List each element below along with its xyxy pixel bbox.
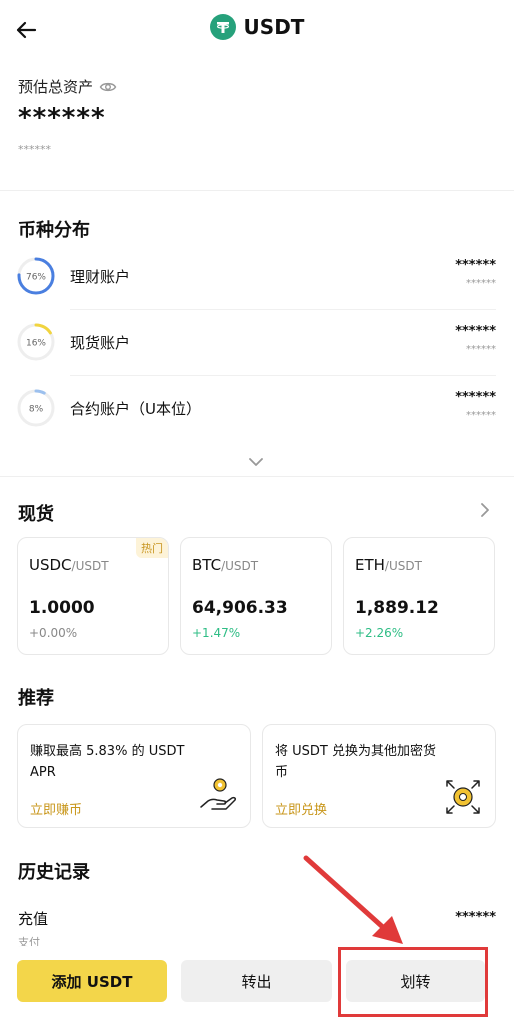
percent-ring: 76% <box>17 257 55 295</box>
account-sub-value: ****** <box>466 344 496 355</box>
distribution-title: 币种分布 <box>18 220 90 241</box>
pair-price: 64,906.33 <box>192 598 288 618</box>
withdraw-button[interactable]: 转出 <box>181 960 332 1002</box>
account-name: 理财账户 <box>70 268 131 286</box>
convert-coin-icon <box>446 780 480 814</box>
divider <box>0 190 514 191</box>
spot-card-usdc[interactable]: 热门 USDC/USDT 1.0000 +0.00% <box>17 537 169 655</box>
account-sub-value: ****** <box>466 410 496 421</box>
pair-price: 1.0000 <box>29 598 95 618</box>
page-title: USDT <box>243 15 305 39</box>
pair-label: USDC/USDT <box>29 556 109 574</box>
pair-label: ETH/USDT <box>355 556 422 574</box>
recommend-card-convert[interactable]: 将 USDT 兑换为其他加密货币 立即兑换 <box>262 724 496 828</box>
history-item-value: ****** <box>455 910 496 925</box>
spot-title: 现货 <box>18 504 54 525</box>
account-value: ****** <box>455 324 496 339</box>
title-wrap: USDT <box>0 14 514 40</box>
assets-sub-value: ****** <box>18 143 51 156</box>
assets-label: 预估总资产 <box>18 78 94 96</box>
spot-card-eth[interactable]: ETH/USDT 1,889.12 +2.26% <box>343 537 495 655</box>
account-name: 合约账户（U本位） <box>70 400 201 418</box>
distribution-row[interactable]: 76% 理财账户 ****** ****** <box>0 244 514 310</box>
asset-summary: 预估总资产 ****** ****** <box>18 76 117 156</box>
percent-label: 8% <box>29 405 44 415</box>
add-usdt-button[interactable]: 添加 USDT <box>17 960 167 1002</box>
account-sub-value: ****** <box>466 278 496 289</box>
pair-change: +2.26% <box>355 626 404 640</box>
percent-ring: 8% <box>17 389 55 427</box>
convert-now-link[interactable]: 立即兑换 <box>275 799 327 818</box>
spot-card-btc[interactable]: BTC/USDT 64,906.33 +1.47% <box>180 537 332 655</box>
pair-base: USDC <box>29 556 72 574</box>
pair-base: ETH <box>355 556 385 574</box>
history-item-label[interactable]: 充值 <box>18 908 48 929</box>
pair-change: +0.00% <box>29 626 78 640</box>
distribution-row[interactable]: 8% 合约账户（U本位） ****** ****** <box>0 376 514 442</box>
highlight-box <box>338 947 488 1017</box>
pair-quote: /USDT <box>71 559 109 573</box>
percent-label: 16% <box>26 339 46 349</box>
distribution-row[interactable]: 16% 现货账户 ****** ****** <box>0 310 514 376</box>
account-value: ****** <box>455 390 496 405</box>
pair-quote: /USDT <box>221 559 259 573</box>
earn-now-link[interactable]: 立即赚币 <box>30 799 82 818</box>
pair-base: BTC <box>192 556 222 574</box>
account-name: 现货账户 <box>70 334 131 352</box>
pair-label: BTC/USDT <box>192 556 258 574</box>
recommend-text: 将 USDT 兑换为其他加密货币 <box>275 744 436 780</box>
pair-quote: /USDT <box>384 559 422 573</box>
divider <box>0 476 514 477</box>
assets-value: ****** <box>18 103 106 133</box>
account-value: ****** <box>455 258 496 273</box>
pair-change: +1.47% <box>192 626 241 640</box>
chevron-right-icon[interactable] <box>476 500 494 520</box>
chevron-down-icon[interactable] <box>246 452 266 472</box>
tether-logo-icon <box>209 14 236 40</box>
recommend-text: 赚取最高 5.83% 的 USDT APR <box>30 744 185 780</box>
hot-badge: 热门 <box>136 538 168 558</box>
recommend-card-earn[interactable]: 赚取最高 5.83% 的 USDT APR 立即赚币 <box>17 724 251 828</box>
eye-icon[interactable] <box>99 78 117 96</box>
history-title: 历史记录 <box>18 862 90 883</box>
header: USDT <box>0 0 514 60</box>
percent-label: 76% <box>26 273 46 283</box>
pair-price: 1,889.12 <box>355 598 439 618</box>
hand-coin-icon <box>200 778 236 810</box>
recommend-title: 推荐 <box>18 688 54 709</box>
percent-ring: 16% <box>17 323 55 361</box>
